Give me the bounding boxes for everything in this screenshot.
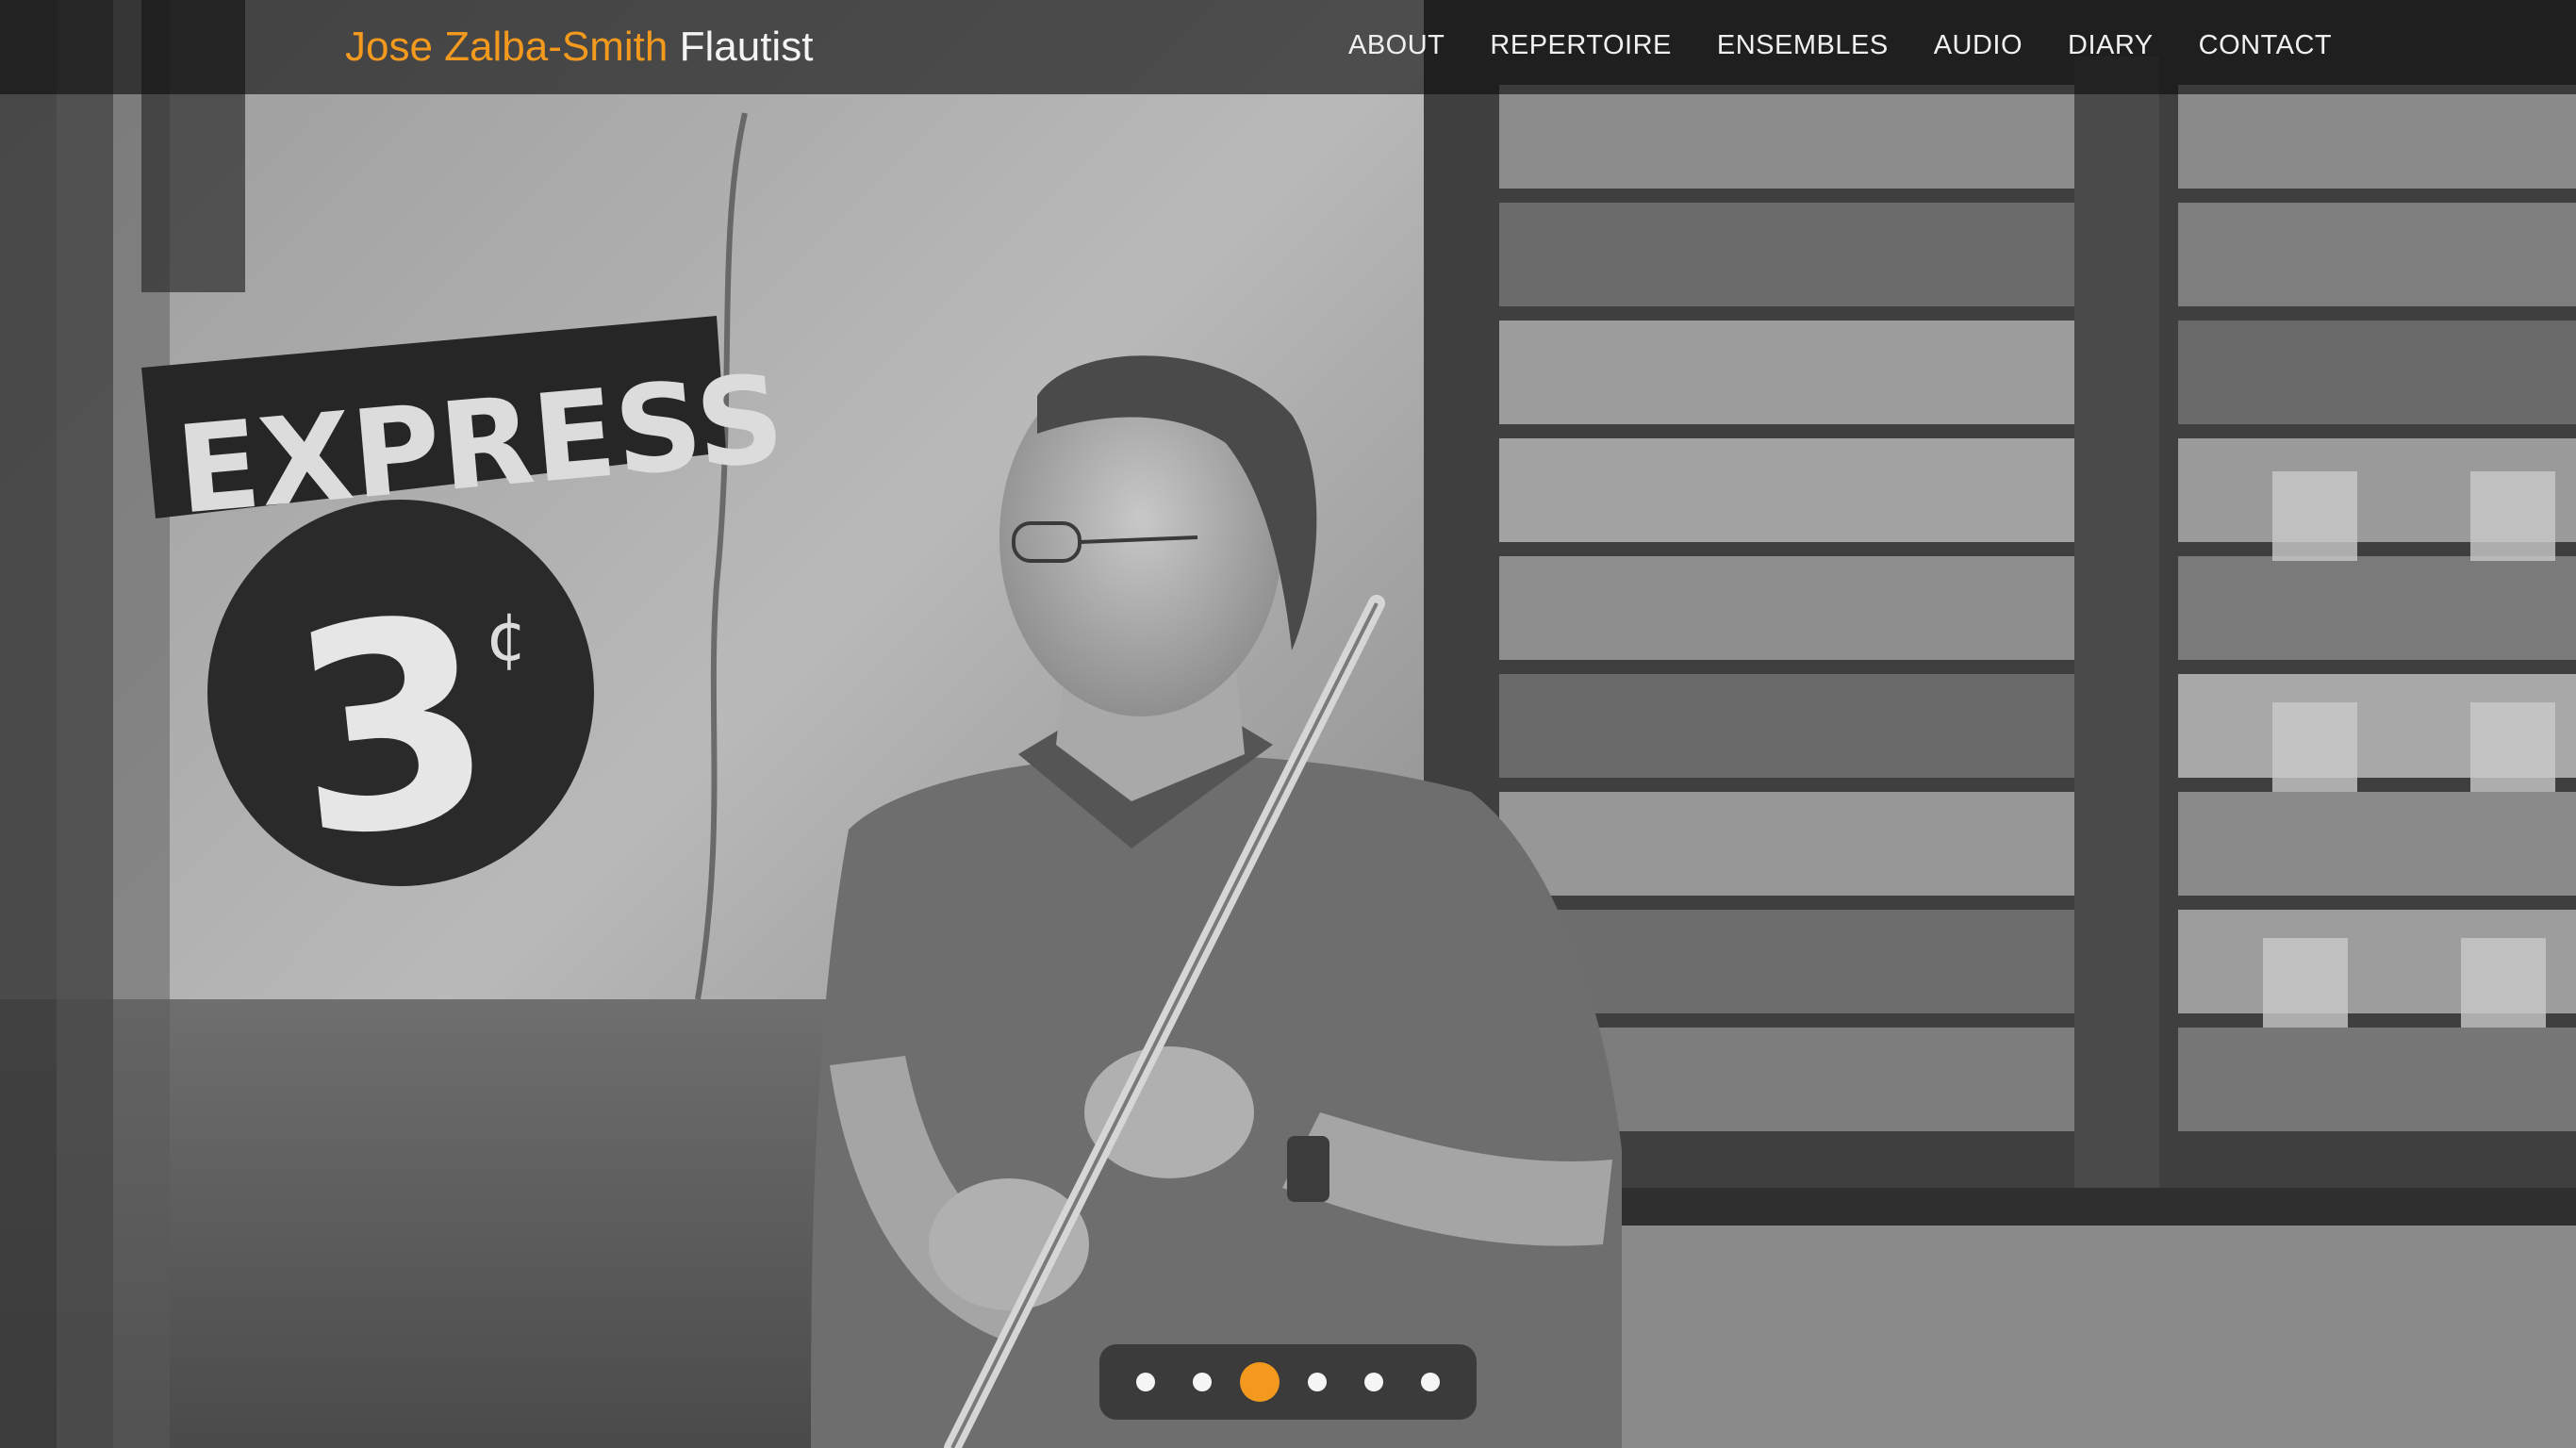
slider-pager [1099, 1344, 1477, 1420]
nav-about[interactable]: ABOUT [1348, 28, 1445, 62]
brand-name[interactable]: Jose Zalba-Smith [345, 24, 668, 70]
svg-text:3: 3 [277, 554, 507, 902]
slide-dot-3-active[interactable] [1240, 1362, 1280, 1402]
slide-dot-2[interactable] [1193, 1373, 1212, 1391]
brand-role[interactable]: Flautist [680, 24, 814, 70]
site-brand[interactable]: Jose Zalba-Smith Flautist [345, 21, 813, 74]
slide-dot-1[interactable] [1136, 1373, 1155, 1391]
nav-diary[interactable]: DIARY [2068, 28, 2154, 62]
page: EXPRESS 3 ¢ Jose Zalba-Smith Flautist AB… [0, 0, 2576, 1448]
main-nav: ABOUT REPERTOIRE ENSEMBLES AUDIO DIARY C… [1348, 28, 2377, 62]
top-navigation-bar: Jose Zalba-Smith Flautist ABOUT REPERTOI… [0, 0, 2576, 94]
hero-photo: EXPRESS 3 ¢ [0, 0, 2576, 1448]
nav-contact[interactable]: CONTACT [2199, 28, 2333, 62]
slide-dot-5[interactable] [1364, 1373, 1383, 1391]
svg-text:¢: ¢ [486, 599, 528, 676]
slide-dot-6[interactable] [1421, 1373, 1440, 1391]
nav-audio[interactable]: AUDIO [1934, 28, 2023, 62]
nav-repertoire[interactable]: REPERTOIRE [1490, 28, 1671, 62]
slide-dot-4[interactable] [1308, 1373, 1327, 1391]
nav-ensembles[interactable]: ENSEMBLES [1717, 28, 1889, 62]
